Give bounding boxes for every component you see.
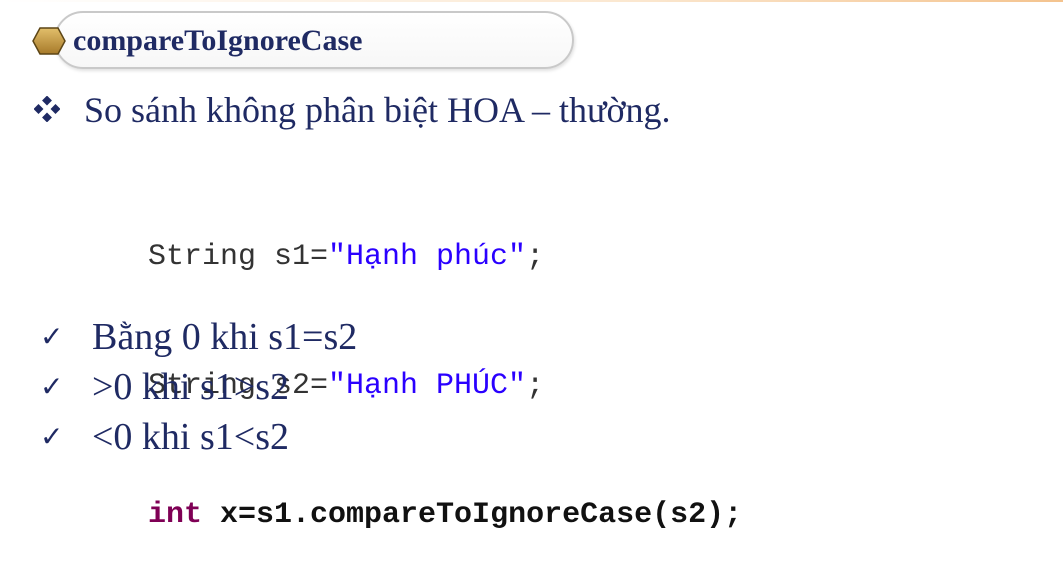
code-token: x=s1.compareToIgnoreCase(s2); xyxy=(202,498,743,532)
diamond-bullet-icon xyxy=(34,96,60,122)
result-item-less: ✓ <0 khi s1<s2 xyxy=(40,414,289,464)
result-text: >0 khi s1>s2 xyxy=(92,366,289,408)
check-icon: ✓ xyxy=(40,370,64,403)
code-token: String s1= xyxy=(148,240,329,274)
code-line-3: int x=s1.compareToIgnoreCase(s2); xyxy=(148,494,742,537)
slide-title: compareToIgnoreCase xyxy=(73,24,363,57)
code-token: ; xyxy=(526,369,545,403)
code-string-literal: "Hạnh phúc" xyxy=(328,240,527,274)
hexagon-bullet-icon xyxy=(32,27,66,55)
top-accent-strip xyxy=(0,0,1063,2)
result-text: Bằng 0 khi s1=s2 xyxy=(92,316,358,358)
code-line-1: String s1="Hạnh phúc"; xyxy=(148,236,742,279)
result-item-equal: ✓ Bằng 0 khi s1=s2 xyxy=(40,314,357,364)
code-string-literal: "Hạnh PHÚC" xyxy=(328,369,527,403)
check-icon: ✓ xyxy=(40,420,64,453)
result-text: <0 khi s1<s2 xyxy=(92,416,289,458)
code-keyword: int xyxy=(148,498,203,532)
code-token: ; xyxy=(526,240,545,274)
result-item-greater: ✓ >0 khi s1>s2 xyxy=(40,364,289,414)
check-icon: ✓ xyxy=(40,320,64,353)
slide-subtitle: So sánh không phân biệt HOA – thường. xyxy=(84,90,671,130)
